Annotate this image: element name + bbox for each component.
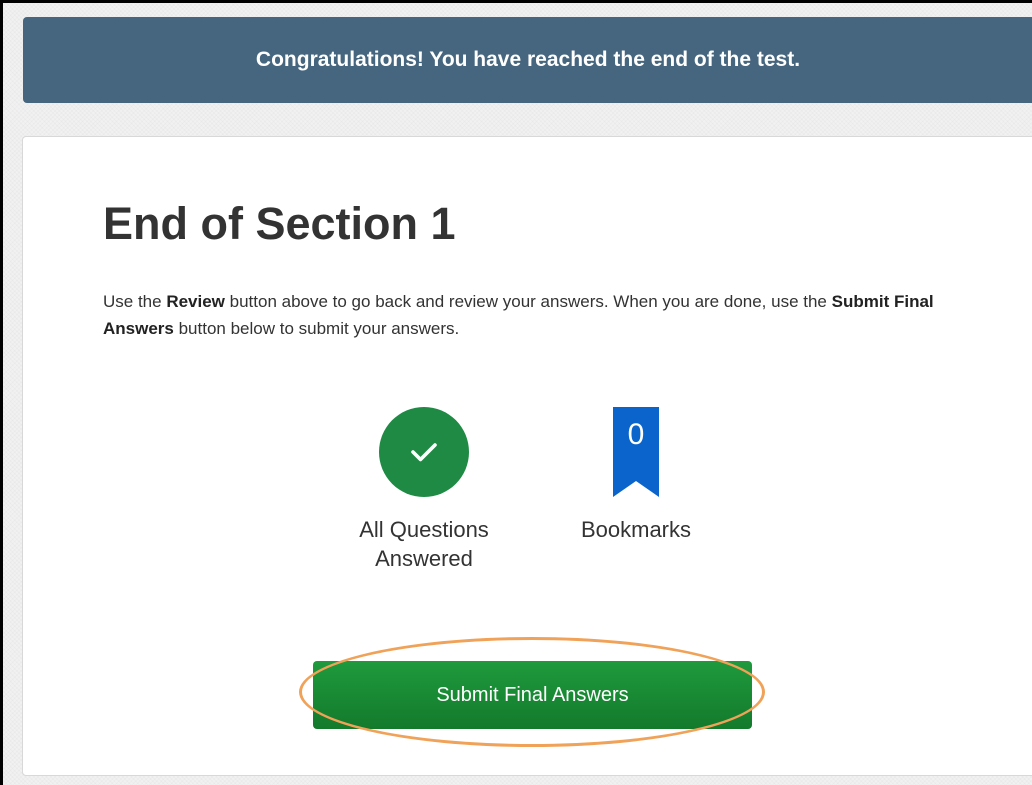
instructions-part3: button below to submit your answers.	[173, 319, 460, 338]
all-answered-label: All Questions Answered	[359, 517, 489, 571]
instructions-part2: button above to go back and review your …	[224, 292, 832, 311]
banner-message: Congratulations! You have reached the en…	[255, 48, 801, 71]
bookmarks-label: Bookmarks	[580, 517, 692, 542]
instructions-part1: Use the	[103, 292, 167, 311]
all-answered-stat: All Questions Answered	[323, 407, 525, 573]
section-title: End of Section 1	[103, 198, 456, 249]
bookmark-count: 0	[627, 418, 645, 451]
submit-final-answers-button[interactable]: Submit Final Answers	[313, 661, 752, 729]
completion-banner: Congratulations! You have reached the en…	[23, 17, 1032, 103]
review-keyword: Review	[166, 292, 225, 311]
check-icon	[379, 407, 469, 497]
instructions-text: Use the Review button above to go back a…	[103, 288, 963, 342]
bookmark-icon: 0	[613, 407, 659, 497]
bookmarks-stat[interactable]: 0 Bookmarks	[561, 407, 711, 544]
section-end-card: End of Section 1 Use the Review button a…	[22, 136, 1032, 776]
page-frame: Congratulations! You have reached the en…	[0, 0, 1032, 785]
